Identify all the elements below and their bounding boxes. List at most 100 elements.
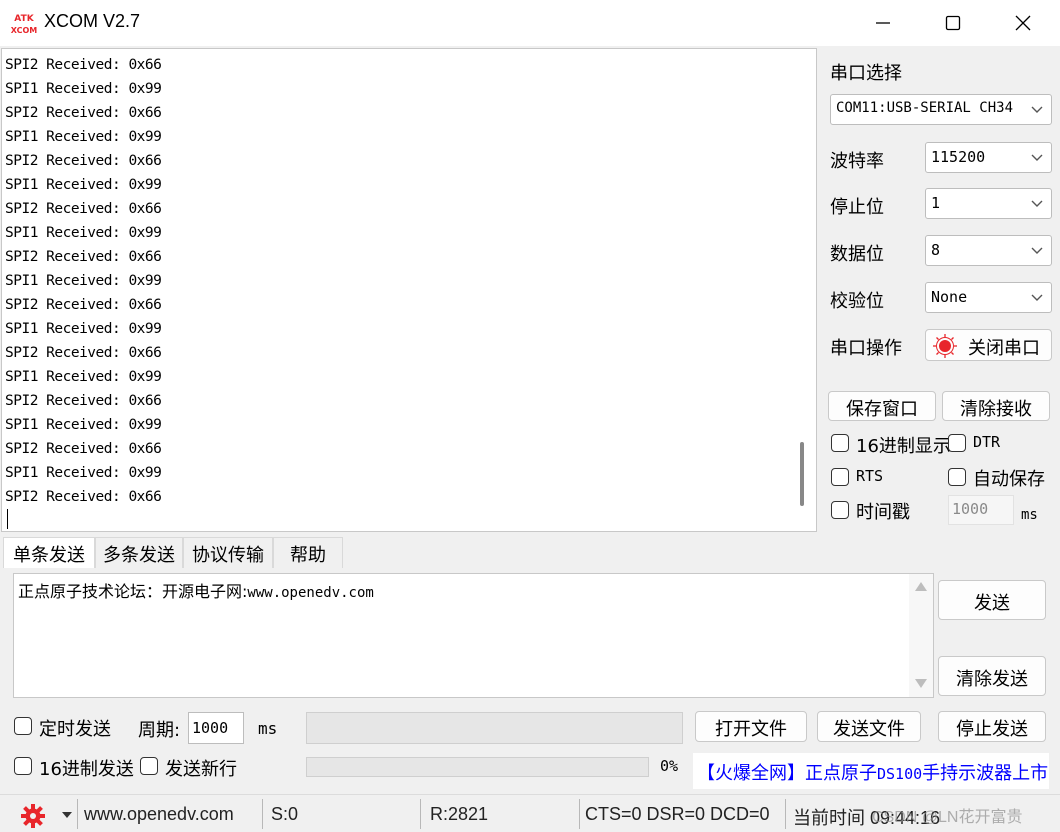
settings-gear-icon[interactable]	[20, 803, 46, 829]
status-website-link[interactable]: www.openedv.com	[84, 804, 234, 825]
send-scrollbar[interactable]	[909, 574, 933, 697]
open-file-button[interactable]: 打开文件	[695, 711, 807, 742]
receive-line: SPI1 Received: 0x99	[5, 273, 162, 289]
timestamp-label: 时间戳	[856, 502, 910, 523]
receive-line: SPI1 Received: 0x99	[5, 465, 162, 481]
parity-value: None	[931, 288, 968, 306]
close-port-label: 关闭串口	[968, 338, 1040, 359]
receive-line: SPI1 Received: 0x99	[5, 177, 162, 193]
ad-text-b: 手持示波器上市	[922, 763, 1049, 784]
tab-help[interactable]: 帮助	[273, 537, 343, 568]
clear-receive-button[interactable]: 清除接收	[942, 391, 1050, 421]
rts-label: RTS	[856, 467, 884, 485]
watermark-text: CSDN @LN花开富贵	[872, 809, 1023, 826]
close-port-button[interactable]: 关闭串口	[925, 329, 1052, 361]
baud-select-value: 115200	[931, 148, 986, 166]
svg-text:ATK: ATK	[14, 14, 34, 24]
chevron-down-icon	[1031, 294, 1043, 301]
send-text-prefix: 正点原子技术论坛：开源电子网:	[18, 582, 248, 601]
clear-send-button[interactable]: 清除发送	[938, 656, 1046, 696]
stop-bits-value: 1	[931, 194, 941, 212]
port-select[interactable]: COM11:USB-SERIAL CH34	[830, 94, 1052, 125]
receive-line: SPI1 Received: 0x99	[5, 225, 162, 241]
data-bits-select[interactable]: 8	[925, 235, 1052, 266]
parity-select[interactable]: None	[925, 282, 1052, 313]
tab-single-send[interactable]: 单条发送	[3, 537, 95, 568]
send-input-text: 正点原子技术论坛：开源电子网:www.openedv.com	[18, 578, 374, 602]
text-cursor	[7, 509, 8, 529]
hex-send-checkbox[interactable]	[14, 757, 32, 775]
tab-protocol[interactable]: 协议传输	[183, 537, 273, 568]
rts-checkbox[interactable]	[831, 468, 849, 486]
receive-line: SPI2 Received: 0x66	[5, 297, 162, 313]
status-separator	[77, 799, 78, 829]
receive-line: SPI2 Received: 0x66	[5, 489, 162, 505]
data-bits-value: 8	[931, 241, 941, 259]
status-separator	[262, 799, 263, 829]
send-button[interactable]: 发送	[938, 580, 1046, 620]
port-operation-label: 串口操作	[830, 338, 902, 359]
receive-line: SPI1 Received: 0x99	[5, 81, 162, 97]
ad-banner-link[interactable]: 【火爆全网】正点原子DS100手持示波器上市	[693, 753, 1049, 789]
dtr-label: DTR	[973, 433, 1001, 451]
parity-label: 校验位	[830, 291, 884, 312]
receive-line: SPI2 Received: 0x66	[5, 153, 162, 169]
receive-line: SPI2 Received: 0x66	[5, 57, 162, 73]
chevron-down-icon	[1031, 200, 1043, 207]
send-newline-checkbox[interactable]	[140, 757, 158, 775]
send-input[interactable]: 正点原子技术论坛：开源电子网:www.openedv.com	[13, 573, 934, 698]
receive-line: SPI2 Received: 0x66	[5, 393, 162, 409]
period-label: 周期:	[138, 720, 181, 741]
receive-line: SPI1 Received: 0x99	[5, 369, 162, 385]
receive-area[interactable]: SPI2 Received: 0x66 SPI1 Received: 0x99 SP…	[1, 48, 817, 532]
port-status-icon	[933, 334, 957, 358]
port-select-value: COM11:USB-SERIAL CH34	[836, 100, 1014, 116]
svg-text:XCOM: XCOM	[11, 26, 37, 35]
timestamp-interval-input[interactable]: 1000	[948, 495, 1014, 525]
chevron-down-icon	[1031, 247, 1043, 254]
send-file-button[interactable]: 发送文件	[817, 711, 921, 742]
ad-text-model: DS100	[877, 765, 923, 783]
minimize-button[interactable]	[848, 0, 918, 46]
timestamp-checkbox[interactable]	[831, 501, 849, 519]
receive-line: SPI2 Received: 0x66	[5, 249, 162, 265]
dtr-checkbox[interactable]	[948, 434, 966, 452]
maximize-icon	[945, 15, 961, 31]
stop-bits-select[interactable]: 1	[925, 188, 1052, 219]
hex-send-label: 16进制发送	[39, 759, 134, 780]
timed-send-checkbox[interactable]	[14, 717, 32, 735]
save-window-button[interactable]: 保存窗口	[828, 391, 936, 421]
receive-line: SPI1 Received: 0x99	[5, 321, 162, 337]
data-bits-label: 数据位	[830, 244, 884, 265]
stop-send-button[interactable]: 停止发送	[938, 711, 1046, 742]
status-separator	[420, 799, 421, 829]
close-window-button[interactable]	[988, 0, 1058, 46]
menu-dropdown-icon[interactable]	[62, 812, 72, 818]
receive-line: SPI2 Received: 0x66	[5, 105, 162, 121]
baud-select[interactable]: 115200	[925, 142, 1052, 173]
receive-line: SPI2 Received: 0x66	[5, 345, 162, 361]
hex-display-checkbox[interactable]	[831, 434, 849, 452]
minimize-icon	[876, 22, 890, 24]
status-separator	[785, 799, 786, 829]
send-newline-label: 发送新行	[165, 759, 237, 780]
close-icon	[1015, 15, 1031, 31]
receive-lines: SPI2 Received: 0x66 SPI1 Received: 0x99 SP…	[5, 53, 162, 509]
baud-label: 波特率	[830, 151, 884, 172]
scroll-up-icon[interactable]	[915, 582, 927, 591]
receive-scrollbar-thumb[interactable]	[800, 442, 804, 506]
scroll-down-icon[interactable]	[915, 679, 927, 688]
send-progress-text: 0%	[660, 757, 679, 775]
status-received-count[interactable]: R:2821	[430, 804, 488, 825]
receive-line: SPI1 Received: 0x99	[5, 129, 162, 145]
ad-text-a: 【火爆全网】正点原子	[697, 763, 877, 784]
tab-multi-send[interactable]: 多条发送	[95, 537, 183, 568]
auto-save-checkbox[interactable]	[948, 468, 966, 486]
receive-line: SPI1 Received: 0x99	[5, 417, 162, 433]
period-input[interactable]: 1000	[188, 712, 244, 744]
maximize-button[interactable]	[918, 0, 988, 46]
receive-line: SPI2 Received: 0x66	[5, 201, 162, 217]
receive-line: SPI2 Received: 0x66	[5, 441, 162, 457]
window-title: XCOM V2.7	[44, 11, 141, 31]
status-control-lines: CTS=0 DSR=0 DCD=0	[585, 804, 770, 824]
